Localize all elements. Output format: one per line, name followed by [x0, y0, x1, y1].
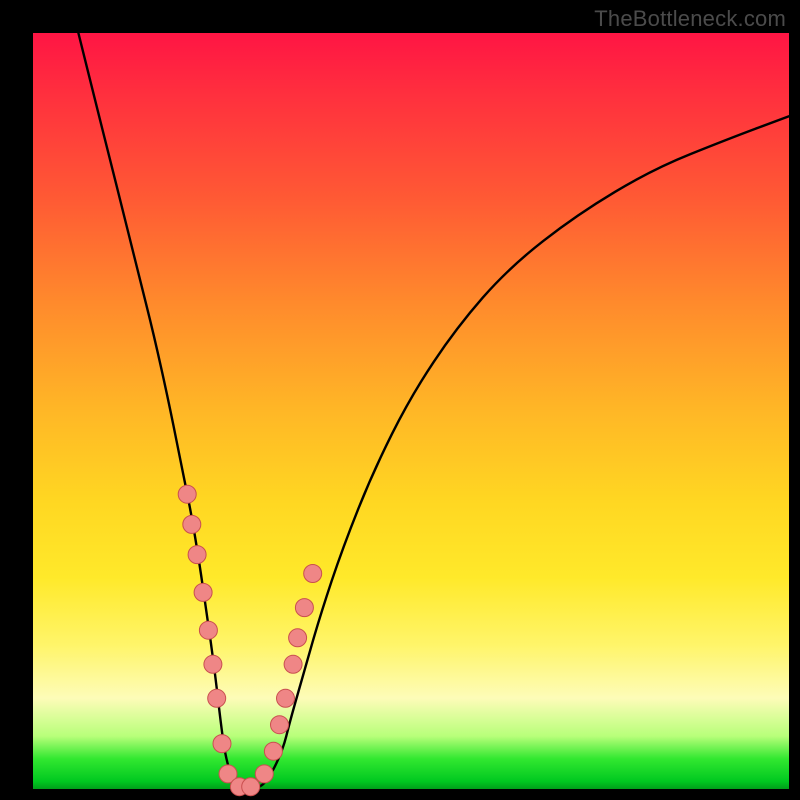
- highlight-dots-group: [178, 485, 322, 796]
- plot-area: [33, 33, 789, 789]
- chart-overlay: [33, 33, 789, 789]
- highlight-dot: [208, 689, 226, 707]
- highlight-dot: [194, 583, 212, 601]
- highlight-dot: [183, 515, 201, 533]
- highlight-dot: [204, 655, 222, 673]
- chart-frame: TheBottleneck.com: [0, 0, 800, 800]
- highlight-dot: [199, 621, 217, 639]
- bottleneck-curve: [78, 33, 789, 789]
- highlight-dot: [271, 716, 289, 734]
- watermark-text: TheBottleneck.com: [594, 6, 786, 32]
- highlight-dot: [304, 565, 322, 583]
- highlight-dot: [264, 742, 282, 760]
- highlight-dot: [178, 485, 196, 503]
- highlight-dot: [188, 546, 206, 564]
- highlight-dot: [242, 778, 260, 796]
- highlight-dot: [284, 655, 302, 673]
- highlight-dot: [255, 765, 273, 783]
- highlight-dot: [295, 599, 313, 617]
- highlight-dot: [289, 629, 307, 647]
- highlight-dot: [213, 735, 231, 753]
- highlight-dot: [277, 689, 295, 707]
